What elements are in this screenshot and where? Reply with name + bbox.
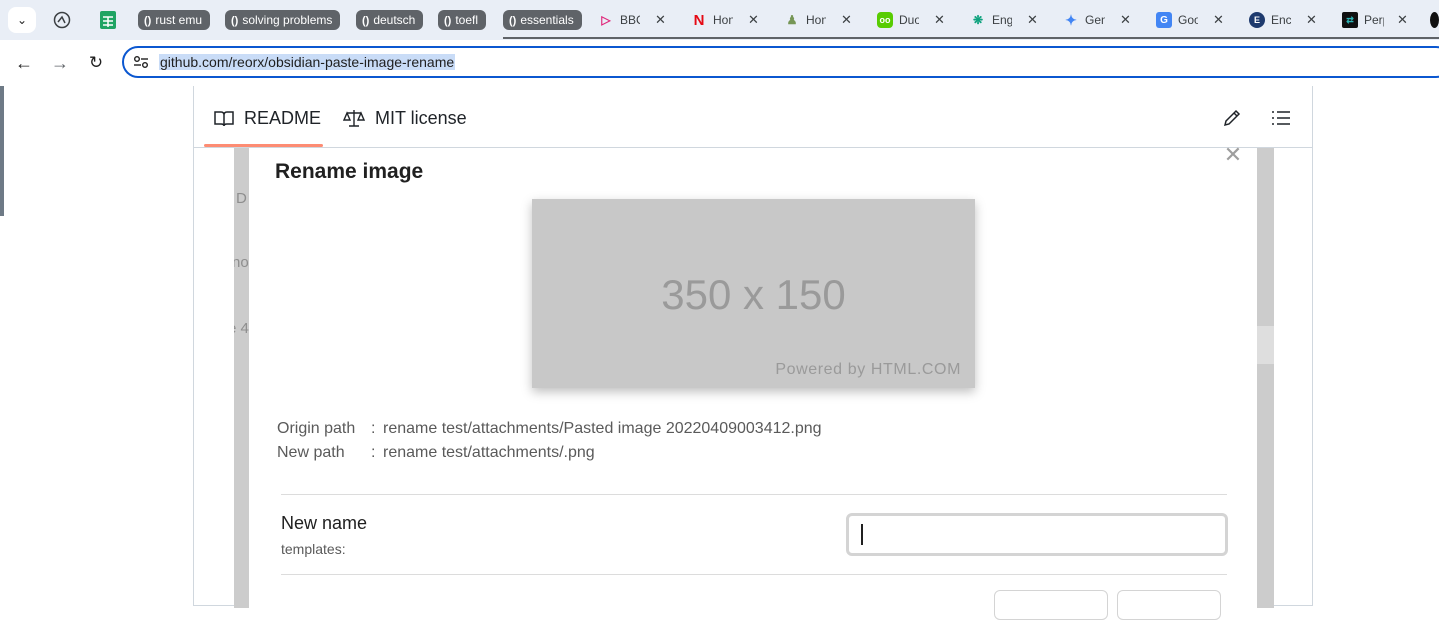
chess-icon: ♟: [786, 13, 798, 27]
url-text[interactable]: github.com/reorx/obsidian-paste-image-re…: [159, 54, 456, 70]
window-edge: [0, 86, 4, 216]
browser-toolbar: ← → ↻ github.com/reorx/obsidian-paste-im…: [0, 40, 1439, 86]
origin-path-value: rename test/attachments/Pasted image 202…: [383, 420, 822, 437]
text-caret: [861, 524, 863, 545]
reload-icon: ↻: [88, 53, 104, 72]
tab-encyclopedia[interactable]: E Ency ✕: [1249, 8, 1317, 32]
forward-button[interactable]: →: [50, 53, 70, 73]
perplexity-icon: ⇄: [1342, 12, 1358, 28]
group-icon: (): [509, 15, 517, 27]
list-icon: [1272, 111, 1290, 125]
close-icon[interactable]: ✕: [655, 12, 666, 28]
github-icon: [1430, 12, 1439, 28]
preview-size-text: 350 x 150: [661, 271, 846, 318]
new-name-label: New name: [281, 513, 368, 533]
close-icon[interactable]: ✕: [1397, 12, 1408, 28]
scale-icon: [343, 109, 365, 127]
modal-button-left[interactable]: [994, 590, 1108, 620]
speedometer-icon: [53, 11, 71, 29]
gemini-icon: ✦: [1065, 11, 1077, 28]
tab-chatgpt[interactable]: ❋ Engl ✕: [970, 8, 1038, 32]
tab-readme[interactable]: README: [214, 108, 321, 129]
readme-tab-bar: README MIT license: [194, 86, 1312, 148]
duolingo-icon: oo: [877, 12, 893, 28]
new-path-row: New path: rename test/attachments/.png: [277, 444, 595, 461]
pinned-tab-speedometer[interactable]: [52, 10, 72, 30]
back-button[interactable]: ←: [14, 53, 34, 73]
google-sheets-icon: [100, 11, 116, 29]
group-icon: (): [231, 15, 239, 27]
tab-group-solving-problems[interactable]: () solving problems: [225, 10, 341, 30]
tab-gemini[interactable]: ✦ Gem ✕: [1063, 8, 1131, 32]
tab-group-underline: [503, 37, 1439, 39]
modal-title: Rename image: [275, 160, 424, 183]
outline-button[interactable]: [1271, 108, 1291, 128]
close-icon[interactable]: ✕: [1027, 12, 1038, 28]
background-text: D: [236, 190, 247, 207]
chevron-down-icon: ⌄: [16, 13, 28, 27]
group-icon: (): [444, 15, 452, 27]
new-name-input[interactable]: [846, 513, 1228, 556]
tab-google-translate[interactable]: G Goo ✕: [1156, 8, 1224, 32]
close-icon[interactable]: ✕: [841, 12, 852, 28]
pinned-tab-sheets[interactable]: [98, 10, 118, 30]
encyclopedia-icon: E: [1249, 12, 1265, 28]
close-icon[interactable]: ✕: [748, 12, 759, 28]
new-path-value: rename test/attachments/.png: [383, 444, 595, 461]
bbc-icon: ▷: [601, 13, 611, 27]
origin-path-row: Origin path: rename test/attachments/Past…: [277, 420, 822, 437]
close-icon[interactable]: ✕: [1213, 12, 1224, 28]
close-icon[interactable]: ✕: [1120, 12, 1131, 28]
tab-perplexity[interactable]: ⇄ Perp ✕: [1342, 8, 1408, 32]
arrow-left-icon: ←: [15, 53, 33, 73]
book-icon: [214, 110, 234, 126]
tab-group-essentials[interactable]: () essentials: [503, 10, 582, 30]
background-text: e 4: [234, 320, 249, 337]
image-preview: 350 x 150 Powered by HTML.COM: [532, 199, 975, 388]
tab-overflow[interactable]: [1430, 10, 1439, 30]
tab-group-rust-emu[interactable]: () rust emu: [138, 10, 211, 30]
close-icon[interactable]: ✕: [934, 12, 945, 28]
close-icon[interactable]: ✕: [1223, 144, 1243, 166]
chatgpt-icon: ❋: [972, 13, 984, 27]
background-panel: [1256, 326, 1274, 364]
tab-group-deutsch[interactable]: () deutsch: [356, 10, 424, 30]
site-settings-icon: [134, 56, 148, 68]
tab-mit-license[interactable]: MIT license: [343, 108, 467, 129]
tab-search-button[interactable]: ⌄: [8, 7, 36, 33]
reload-button[interactable]: ↻: [86, 53, 106, 73]
rename-image-modal: Rename image 350 x 150 Powered by HTML.C…: [249, 148, 1257, 620]
new-name-description: templates:: [281, 541, 346, 557]
divider: [281, 494, 1227, 495]
edit-readme-button[interactable]: [1222, 108, 1242, 128]
pencil-icon: [1223, 109, 1241, 127]
divider: [281, 574, 1227, 575]
tab-netflix[interactable]: N Hon ✕: [691, 8, 759, 32]
preview-powered-text: Powered by HTML.COM: [775, 361, 961, 378]
google-translate-icon: G: [1156, 12, 1172, 28]
modal-button-right[interactable]: [1117, 590, 1221, 620]
group-icon: (): [362, 15, 370, 27]
address-bar[interactable]: github.com/reorx/obsidian-paste-image-re…: [122, 46, 1439, 78]
netflix-icon: N: [693, 11, 705, 29]
close-icon[interactable]: ✕: [1306, 12, 1317, 28]
tab-chess[interactable]: ♟ Hon ✕: [784, 8, 852, 32]
group-icon: (): [144, 15, 152, 27]
tab-bbc[interactable]: ▷ BBC ✕: [598, 8, 666, 32]
tab-strip: ⌄ () rust emu () solving problems () deutsc…: [0, 0, 1439, 40]
tab-duolingo[interactable]: oo Duo ✕: [877, 8, 945, 32]
tab-group-toefl[interactable]: () toefl: [438, 10, 487, 30]
active-tab-indicator: [204, 144, 323, 147]
background-text: no: [234, 254, 249, 271]
arrow-right-icon: →: [51, 53, 69, 73]
